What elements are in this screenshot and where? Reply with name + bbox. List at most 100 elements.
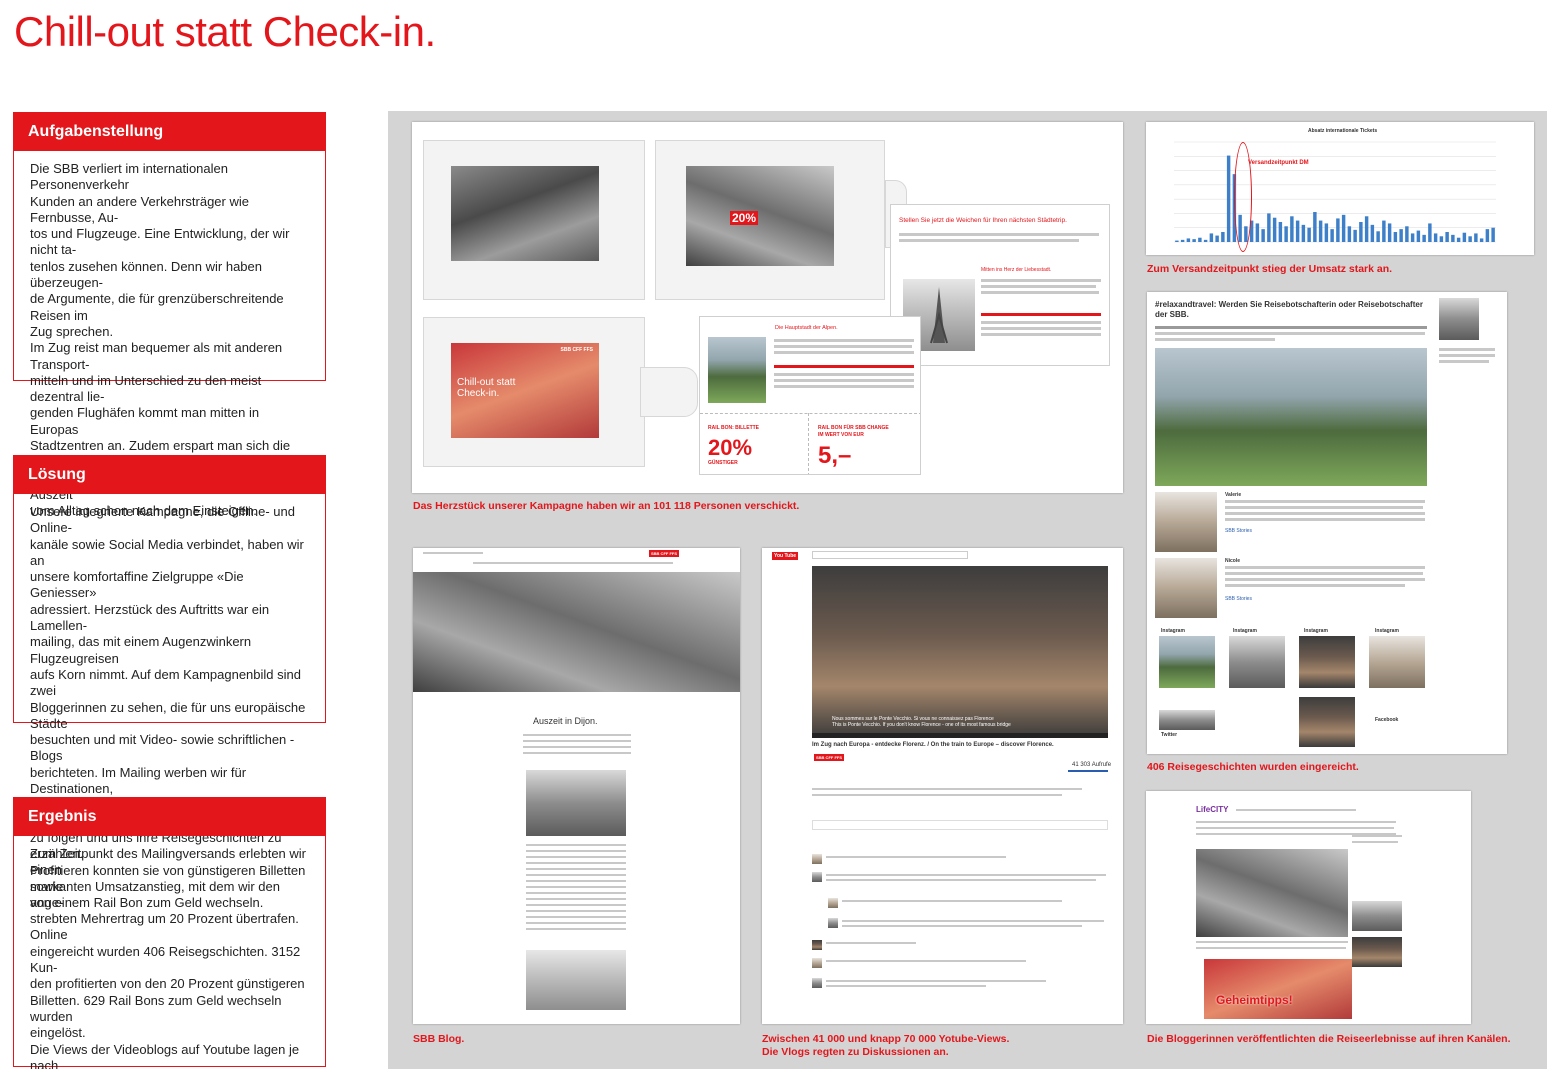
chart-bar xyxy=(1485,229,1490,242)
nav-line xyxy=(423,552,483,554)
insta-photo[interactable] xyxy=(1229,636,1285,688)
chart-bar xyxy=(1307,227,1311,242)
comment-line xyxy=(826,856,1006,858)
text-line xyxy=(1196,941,1348,943)
insta-photo[interactable] xyxy=(1299,697,1355,747)
promo-tag: 20% xyxy=(730,211,759,225)
table-row xyxy=(981,327,1101,330)
insta-photo[interactable] xyxy=(1299,636,1355,688)
chart-bar xyxy=(1255,223,1260,242)
insta-photo[interactable] xyxy=(1159,636,1215,688)
caption-mailing: Das Herzstück unserer Kampagne haben wir… xyxy=(413,500,800,512)
channel-logo[interactable]: SBB CFF FFS xyxy=(814,754,844,761)
avatar xyxy=(812,958,822,968)
text-line xyxy=(1196,821,1396,823)
chart-bar xyxy=(1428,223,1432,242)
comment-line xyxy=(826,980,1046,982)
link-sbb-stories[interactable]: SBB Stories xyxy=(1225,528,1252,534)
sidebar-line xyxy=(1352,841,1398,843)
text-line xyxy=(526,862,626,864)
intro-line xyxy=(1155,326,1427,329)
sidebar-line xyxy=(1352,835,1402,837)
text-line xyxy=(526,880,626,882)
side-text-line xyxy=(1439,360,1489,363)
page-title: Chill-out statt Check-in. xyxy=(14,8,436,55)
chart-bar xyxy=(1267,213,1271,242)
text-line xyxy=(526,868,626,870)
comment-line xyxy=(842,925,1082,927)
comment-input[interactable] xyxy=(812,820,1108,830)
insta-photo[interactable] xyxy=(1159,710,1215,730)
avatar xyxy=(812,872,822,882)
banner-photo[interactable]: Geheimtipps! xyxy=(1204,959,1352,1019)
text-line xyxy=(981,291,1099,294)
table-header xyxy=(981,313,1101,316)
chart-bar xyxy=(1313,212,1317,242)
text-line xyxy=(1225,506,1423,509)
text-line xyxy=(1196,947,1346,949)
text-line xyxy=(526,898,626,900)
text-line xyxy=(1196,827,1394,829)
avatar-nicole xyxy=(1155,558,1217,618)
chart-bar xyxy=(1295,220,1300,242)
avatar-valerie xyxy=(1155,492,1217,552)
text-line xyxy=(1225,512,1425,515)
chart-bar xyxy=(1405,226,1409,242)
chart-bar xyxy=(1284,226,1288,242)
bon1-value: 20% xyxy=(708,435,753,460)
youtube-logo[interactable]: You Tube xyxy=(772,552,799,560)
chart-bar xyxy=(1456,237,1461,242)
mailer-sheet-3: Chill-out statt Check-in. SBB CFF FFS xyxy=(423,317,645,467)
chart-bar xyxy=(1353,229,1357,242)
caption-blog: SBB Blog. xyxy=(413,1033,465,1045)
caption-chart: Zum Versandzeitpunkt stieg der Umsatz st… xyxy=(1147,263,1393,275)
video-subtitle: Nous sommes sur le Ponte Vecchio. Si vou… xyxy=(832,716,1011,728)
insta-photo[interactable] xyxy=(1369,636,1425,688)
bloggers-panel: LifeCITY Geheimtipps! xyxy=(1146,791,1471,1024)
chart-bar xyxy=(1324,223,1329,242)
card-sub-paris: Mitten ins Herz der Liebesstadt. xyxy=(981,267,1052,273)
sidebar-photo xyxy=(1352,901,1402,931)
comment-line xyxy=(826,879,1096,881)
site-logo[interactable]: LifeCITY xyxy=(1196,805,1228,814)
text-line xyxy=(1225,518,1425,521)
card-paris: Stellen Sie jetzt die Weichen für Ihren … xyxy=(890,204,1110,366)
stories-panel: #relaxandtravel: Werden Sie Reisebotscha… xyxy=(1147,292,1507,754)
video-player[interactable]: Nous sommes sur le Ponte Vecchio. Si vou… xyxy=(812,566,1108,738)
card-sub-bern: Die Hauptstadt der Alpen. xyxy=(775,325,838,331)
table-row xyxy=(981,333,1101,336)
blog-hero-photo xyxy=(413,572,740,692)
description-line xyxy=(812,794,1062,796)
task-box: Aufgabenstellung Die SBB verliert im int… xyxy=(13,112,326,518)
blog-building-photo xyxy=(526,950,626,1010)
highlight-ellipse xyxy=(1234,142,1252,252)
park-photo xyxy=(1155,348,1427,486)
author-nicole: Nicole xyxy=(1225,558,1241,564)
chart-bar xyxy=(1393,232,1398,242)
chart-bar xyxy=(1347,226,1352,242)
table-row xyxy=(774,373,914,376)
chart-bar xyxy=(1175,240,1179,242)
sbb-header-logo: SBB CFF FFS xyxy=(649,550,679,557)
comment-line xyxy=(842,900,1062,902)
blog-post-title: Auszeit in Dijon. xyxy=(533,716,598,726)
search-input[interactable] xyxy=(812,551,968,559)
chart-bar xyxy=(1278,222,1283,242)
sidebar-photo xyxy=(1352,937,1402,967)
text-line xyxy=(526,922,626,924)
instagram-label: Instagram xyxy=(1304,628,1328,634)
airport-photo-2: 20% xyxy=(686,166,834,266)
text-line xyxy=(774,345,912,348)
text-line xyxy=(1225,500,1425,503)
text-line xyxy=(899,233,1099,236)
chart-bar xyxy=(1382,220,1386,242)
solution-heading: Lösung xyxy=(14,456,325,494)
chart-bar xyxy=(1387,223,1392,242)
chart-bar xyxy=(1209,233,1214,242)
intro-line xyxy=(1155,332,1425,335)
bon1-label: RAIL BON: BILLETTE xyxy=(708,425,760,431)
video-controls[interactable] xyxy=(812,733,1108,738)
blog-panel: SBB CFF FFS Auszeit in Dijon. xyxy=(413,548,740,1024)
link-sbb-stories-2[interactable]: SBB Stories xyxy=(1225,596,1252,602)
table-row xyxy=(774,379,914,382)
